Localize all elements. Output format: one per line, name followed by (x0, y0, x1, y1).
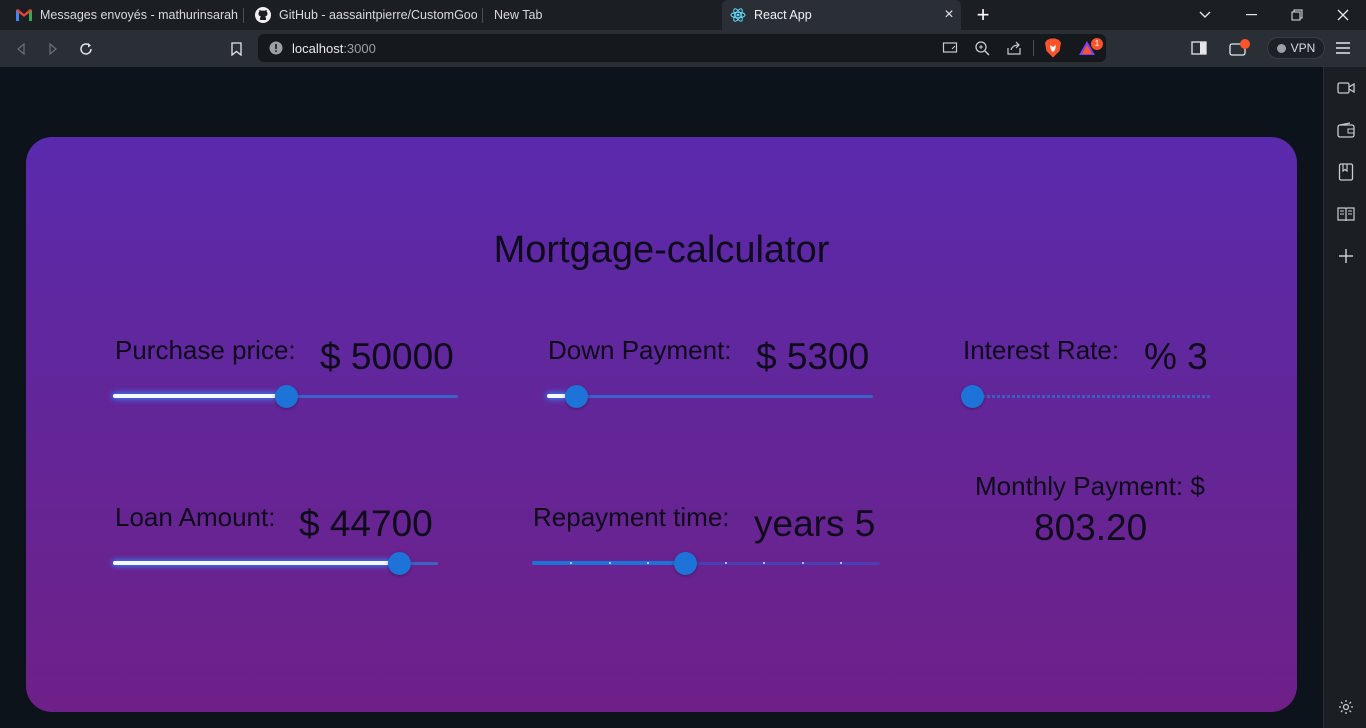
back-icon[interactable] (10, 38, 32, 60)
bookmarks-icon[interactable] (1336, 162, 1356, 182)
slider-track (113, 561, 399, 565)
interest-rate-label: Interest Rate: (963, 335, 1120, 365)
zoom-icon[interactable] (974, 40, 990, 61)
add-panel-icon[interactable] (1336, 246, 1356, 266)
tab-label: Messages envoyés - mathurinsarah42 (40, 8, 238, 22)
interest-rate-value: % 3 (1144, 336, 1208, 377)
tab-label: New Tab (494, 8, 543, 22)
tab-new-tab[interactable]: New Tab (494, 0, 709, 30)
down-payment-label: Down Payment: (548, 335, 732, 365)
address-divider (1033, 40, 1034, 56)
page-viewport: Mortgage-calculator Purchase price: $ 50… (0, 67, 1323, 728)
site-info-icon[interactable] (269, 41, 283, 60)
minimize-icon[interactable] (1231, 0, 1271, 30)
slider-step-mark (647, 562, 649, 564)
down-payment-value: $ 5300 (756, 336, 870, 377)
page-title: Mortgage-calculator (493, 229, 830, 271)
slider-step-mark (763, 562, 765, 564)
slider-thumb[interactable] (674, 552, 698, 575)
brave-shields-icon[interactable] (1044, 38, 1062, 63)
vpn-status-icon (1276, 43, 1286, 53)
vpn-label: VPN (1290, 41, 1316, 55)
forward-icon[interactable] (42, 38, 64, 60)
tab-react-app[interactable]: React App (722, 0, 961, 30)
slider-step-mark (840, 562, 842, 564)
tab-divider (243, 8, 244, 23)
bookmark-icon[interactable] (225, 38, 247, 60)
tab-strip: Messages envoyés - mathurinsarah42 GitHu… (0, 0, 1366, 30)
wallet-sidebar-icon[interactable] (1336, 120, 1356, 140)
share-icon[interactable] (1006, 40, 1022, 61)
tab-github[interactable]: GitHub - aassaintpierre/CustomGoogl (255, 0, 477, 30)
restore-icon[interactable] (1277, 0, 1317, 30)
url-host: localhost (292, 41, 344, 56)
tab-divider (482, 8, 483, 23)
purchase-price-slider[interactable] (113, 385, 458, 408)
address-bar[interactable]: localhost:3000 1 (258, 34, 1106, 62)
gmail-icon (16, 7, 32, 23)
vpn-button[interactable]: VPN (1267, 37, 1325, 59)
tab-label: GitHub - aassaintpierre/CustomGoogl (279, 8, 477, 22)
slider-step-mark (570, 562, 572, 564)
repayment-time-label: Repayment time: (533, 502, 730, 532)
slider-step-mark (725, 562, 727, 564)
loan-amount-label: Loan Amount: (115, 502, 276, 532)
browser-sidebar (1323, 67, 1366, 728)
close-tab-icon[interactable]: × (941, 7, 957, 23)
purchase-price-label: Purchase price: (115, 335, 296, 365)
tab-gmail[interactable]: Messages envoyés - mathurinsarah42 (16, 0, 238, 30)
menu-icon[interactable] (1335, 41, 1351, 60)
slider-rail (547, 395, 873, 398)
purchase-price-value: $ 50000 (320, 336, 454, 377)
slider-thumb[interactable] (565, 385, 589, 408)
slider-step-mark (609, 562, 611, 564)
github-icon (255, 7, 271, 23)
cast-icon[interactable] (942, 40, 958, 61)
url-text: localhost:3000 (292, 41, 376, 56)
calculator-card: Mortgage-calculator Purchase price: $ 50… (26, 137, 1297, 712)
react-icon (730, 7, 746, 23)
reading-list-icon[interactable] (1336, 204, 1356, 224)
slider-thumb[interactable] (274, 385, 298, 408)
reload-icon[interactable] (75, 38, 97, 60)
close-window-icon[interactable] (1323, 0, 1363, 30)
loan-amount-value: $ 44700 (299, 503, 433, 544)
monthly-payment-label: Monthly Payment: $ (975, 471, 1205, 501)
slider-thumb[interactable] (388, 552, 411, 575)
wallet-icon[interactable] (1228, 38, 1250, 63)
interest-rate-slider[interactable] (961, 385, 1210, 408)
slider-step-mark (802, 562, 804, 564)
sidebar-toggle-icon[interactable] (1190, 39, 1208, 62)
url-port: :3000 (343, 41, 376, 56)
slider-track (113, 394, 286, 398)
tab-label: React App (754, 8, 812, 22)
slider-thumb[interactable] (961, 385, 984, 408)
notification-badge: 1 (1091, 38, 1103, 50)
loan-amount-slider[interactable] (113, 552, 438, 575)
slider-rail (972, 395, 1210, 398)
monthly-payment-value: 803.20 (1034, 507, 1148, 548)
repayment-time-slider[interactable] (532, 552, 880, 575)
tab-search-chevron-icon[interactable] (1185, 0, 1225, 30)
repayment-time-value: years 5 (754, 503, 876, 544)
new-tab-button[interactable]: + (974, 4, 992, 26)
settings-gear-icon[interactable] (1336, 697, 1356, 717)
down-payment-slider[interactable] (547, 385, 873, 408)
video-call-icon[interactable] (1336, 78, 1356, 98)
